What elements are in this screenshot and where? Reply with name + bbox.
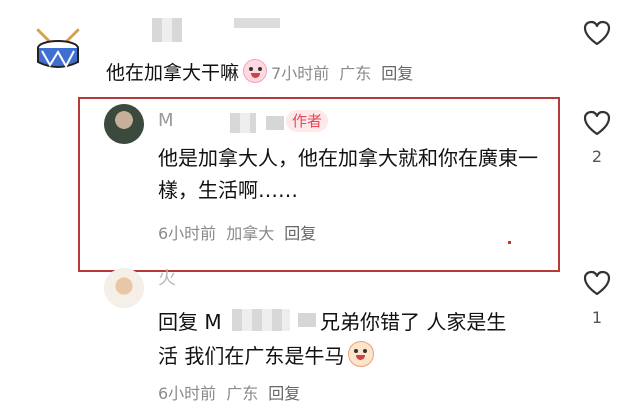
commenter-avatar[interactable] <box>104 268 144 308</box>
commenter-name[interactable]: 火 <box>158 264 176 290</box>
drum-icon <box>36 28 80 69</box>
author-name-blurred <box>266 116 284 130</box>
reply-time: 6小时前 <box>158 224 217 243</box>
like-heart-icon[interactable] <box>582 18 612 48</box>
comment-location: 广东 <box>339 64 372 83</box>
avatar-drum[interactable] <box>30 20 86 76</box>
author-tag: 作者 <box>286 110 329 132</box>
like-count: 2 <box>591 147 603 166</box>
reply-location: 加拿大 <box>226 224 275 243</box>
red-dot <box>508 241 511 244</box>
reply-button[interactable]: 回复 <box>381 64 413 83</box>
comment-time: 7小时前 <box>271 64 330 83</box>
comment-body-line1: 兄弟你错了 人家是生 <box>320 310 507 334</box>
comment-meta: 6小时前 广东 回复 <box>158 380 310 404</box>
comment-body: 他在加拿大干嘛 7小时前 广东 回复 <box>106 58 423 85</box>
commenter-name-blurred <box>152 18 182 42</box>
like-heart-icon[interactable] <box>582 108 612 138</box>
reply-meta: 6小时前 加拿大 回复 <box>158 220 326 244</box>
comment-time: 6小时前 <box>158 384 217 403</box>
comment-location: 广东 <box>226 384 259 403</box>
comment-body-line2: 活 我们在广东是牛马 <box>158 340 378 369</box>
like-count: 1 <box>591 308 603 327</box>
author-avatar[interactable] <box>104 104 144 144</box>
reply-button[interactable]: 回复 <box>284 224 316 243</box>
mention-name-blurred <box>298 313 316 327</box>
laughing-emoji-icon <box>348 341 375 367</box>
reply-mention: 回复 M <box>158 310 222 334</box>
commenter-name-blurred <box>234 18 280 28</box>
like-heart-icon[interactable] <box>582 268 612 298</box>
reply-body: 他是加拿大人，他在加拿大就和你在廣東一樣，生活啊…… <box>158 146 538 202</box>
mention-name-blurred <box>232 309 290 331</box>
crying-emoji-icon <box>243 59 268 83</box>
author-name[interactable]: M <box>158 110 174 131</box>
reply-button[interactable]: 回复 <box>268 384 300 403</box>
author-name-blurred <box>230 113 256 133</box>
